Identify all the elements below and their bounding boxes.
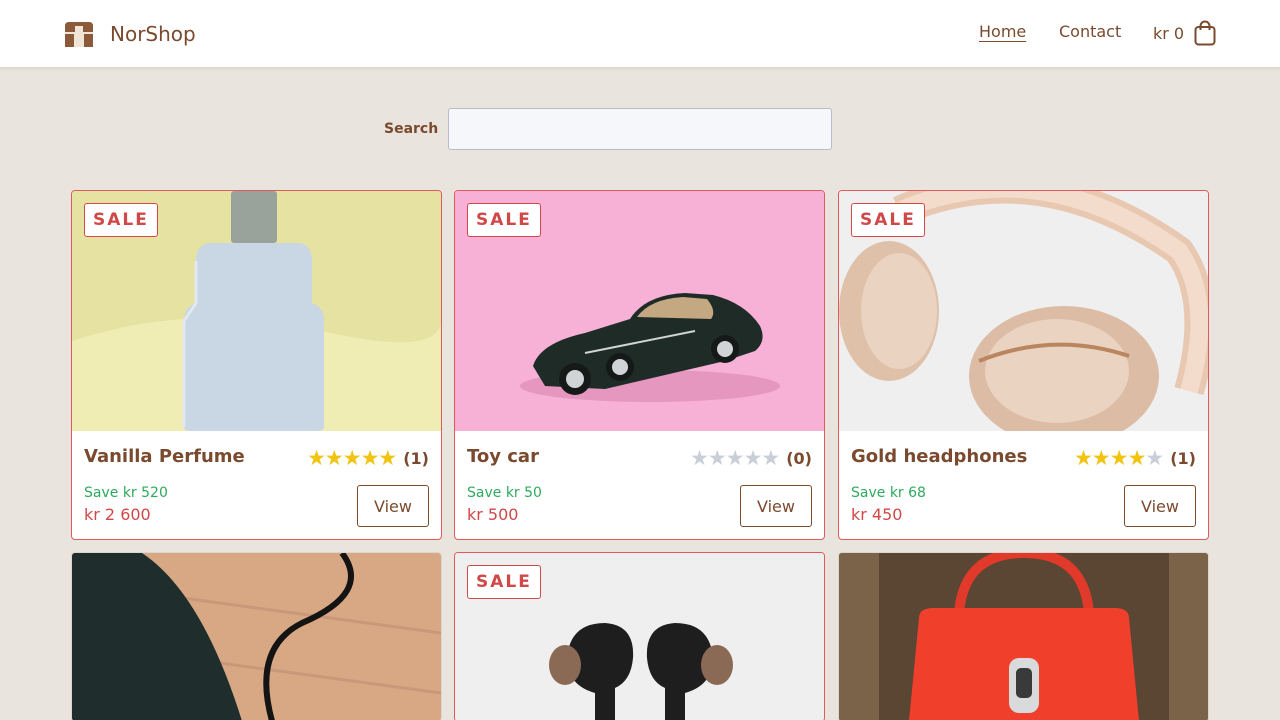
star-icon: ★	[725, 446, 745, 470]
star-icon: ★	[324, 446, 344, 470]
search-input[interactable]	[448, 108, 832, 150]
price: kr 2 600	[84, 505, 151, 524]
view-button[interactable]: View	[357, 485, 429, 527]
save-amount: Save kr 68	[851, 485, 926, 501]
shopping-bag-icon	[1194, 20, 1216, 46]
brand-name[interactable]: NorShop	[110, 22, 196, 46]
price: kr 500	[467, 505, 519, 524]
product-card	[838, 552, 1209, 720]
product-card: SALE Gold headphones ★ ★ ★ ★ ★ (1) Save kr 6…	[838, 190, 1209, 540]
search-label: Search	[384, 121, 439, 137]
product-image[interactable]	[72, 553, 441, 720]
view-button[interactable]: View	[740, 485, 812, 527]
product-name: Vanilla Perfume	[84, 446, 245, 467]
star-icon: ★	[378, 446, 398, 470]
star-icon: ★	[1091, 446, 1111, 470]
cart-total: kr 0	[1153, 23, 1185, 43]
star-icon: ★	[1145, 446, 1165, 470]
product-name: Toy car	[467, 446, 539, 467]
product-image[interactable]	[839, 553, 1208, 720]
rating-count: (1)	[1170, 448, 1196, 468]
sale-badge: SALE	[467, 565, 541, 599]
star-icon: ★	[690, 446, 709, 470]
rating-count: (1)	[403, 448, 429, 468]
rating-count: (0)	[786, 448, 812, 468]
star-icon: ★	[1127, 446, 1147, 470]
nav-home-link[interactable]: Home	[979, 22, 1026, 41]
star-icon: ★	[1074, 446, 1093, 470]
rating: ★ ★ ★ ★ ★ (1)	[307, 446, 429, 470]
product-name: Gold headphones	[851, 446, 1028, 467]
shop-store-icon[interactable]	[64, 20, 94, 48]
sale-badge: SALE	[84, 203, 158, 237]
star-icon: ★	[342, 446, 362, 470]
star-icon: ★	[360, 446, 380, 470]
site-header: NorShop Home Contact kr 0	[0, 0, 1280, 68]
product-card: SALE Vanilla Perfume ★ ★ ★ ★ ★ (1) Save kr 5…	[71, 190, 442, 540]
star-icon: ★	[761, 446, 781, 470]
save-amount: Save kr 50	[467, 485, 542, 501]
rating: ★ ★ ★ ★ ★ (0)	[690, 446, 812, 470]
star-icon: ★	[307, 446, 326, 470]
price: kr 450	[851, 505, 903, 524]
product-card	[71, 552, 442, 720]
product-card: SALE	[454, 552, 825, 720]
star-icon: ★	[743, 446, 763, 470]
sale-badge: SALE	[467, 203, 541, 237]
save-amount: Save kr 520	[84, 485, 168, 501]
cart-button[interactable]: kr 0	[1153, 19, 1216, 47]
nav-contact-link[interactable]: Contact	[1059, 22, 1121, 41]
rating: ★ ★ ★ ★ ★ (1)	[1074, 446, 1196, 470]
product-card: SALE Toy car ★ ★ ★ ★ ★ (0) Save kr 50 kr 500…	[454, 190, 825, 540]
view-button[interactable]: View	[1124, 485, 1196, 527]
sale-badge: SALE	[851, 203, 925, 237]
star-icon: ★	[707, 446, 727, 470]
star-icon: ★	[1109, 446, 1129, 470]
